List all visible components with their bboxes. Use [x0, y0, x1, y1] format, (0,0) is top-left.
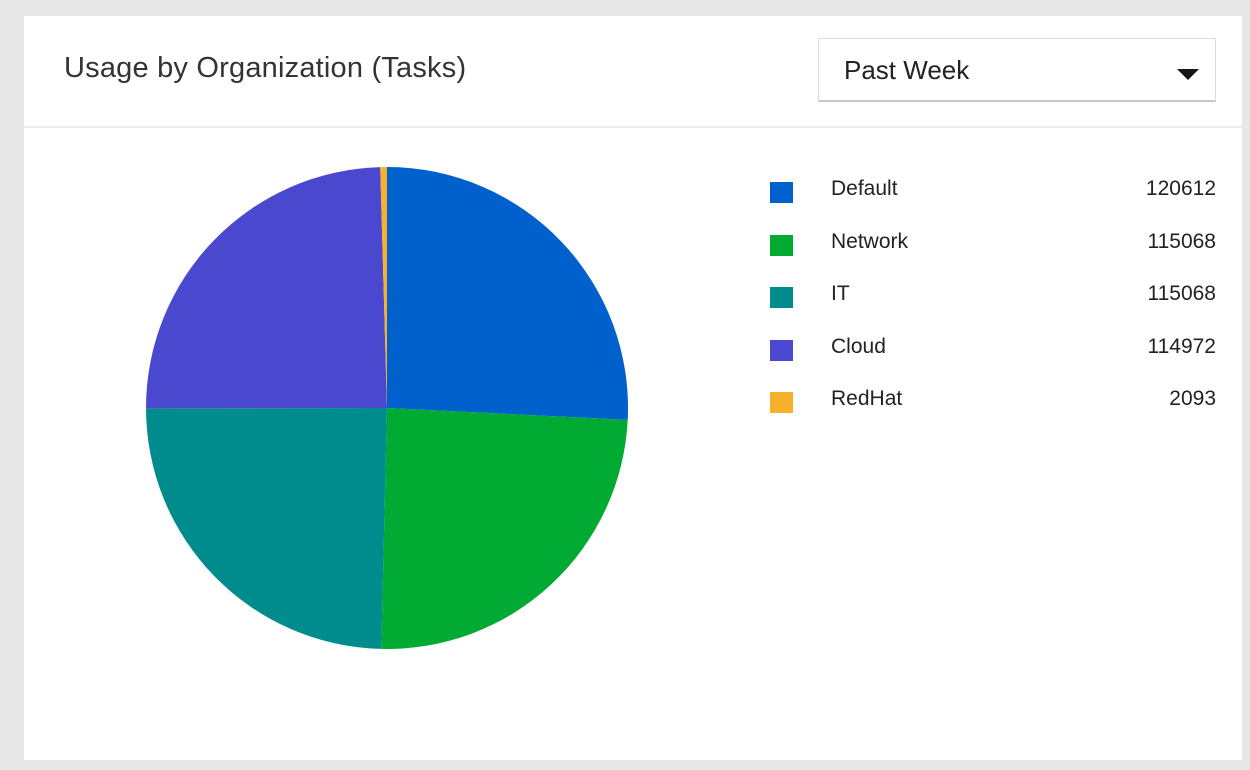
- legend-item-redhat[interactable]: RedHat 2093: [770, 386, 1216, 416]
- pie-chart: [146, 167, 628, 649]
- legend-value: 120612: [1145, 177, 1216, 200]
- period-dropdown[interactable]: Past Week: [818, 38, 1216, 102]
- legend-item-network[interactable]: Network 115068: [770, 229, 1216, 259]
- legend-label: Network: [831, 229, 909, 253]
- pie-slice-cloud[interactable]: [146, 167, 387, 409]
- legend-label: IT: [831, 282, 850, 305]
- legend-value: 115068: [1147, 282, 1216, 305]
- legend-value: 114972: [1147, 334, 1216, 358]
- pie-slice-it[interactable]: [146, 408, 387, 649]
- pie-slice-default[interactable]: [387, 167, 628, 420]
- legend-swatch: [770, 182, 793, 203]
- legend-label: Default: [831, 177, 898, 200]
- legend-item-it[interactable]: IT 115068: [770, 281, 1216, 311]
- legend-item-default[interactable]: Default 120612: [770, 176, 1216, 206]
- legend-value: 115068: [1147, 229, 1216, 253]
- pie-chart-area: [24, 128, 764, 760]
- pie-slice-network[interactable]: [381, 408, 628, 649]
- legend-label: Cloud: [831, 334, 886, 358]
- legend-item-cloud[interactable]: Cloud 114972: [770, 334, 1216, 364]
- legend-swatch: [770, 234, 793, 256]
- legend-swatch: [770, 339, 793, 361]
- period-dropdown-value: Past Week: [844, 55, 970, 85]
- card-title: Usage by Organization (Tasks): [64, 52, 467, 84]
- usage-card: Usage by Organization (Tasks) Past Week …: [24, 16, 1242, 760]
- caret-down-icon[interactable]: [1177, 69, 1199, 80]
- legend-swatch: [770, 392, 793, 413]
- legend-swatch: [770, 287, 793, 308]
- legend-label: RedHat: [831, 387, 903, 410]
- legend-value: 2093: [1169, 387, 1216, 410]
- card-header: Usage by Organization (Tasks) Past Week: [24, 16, 1242, 128]
